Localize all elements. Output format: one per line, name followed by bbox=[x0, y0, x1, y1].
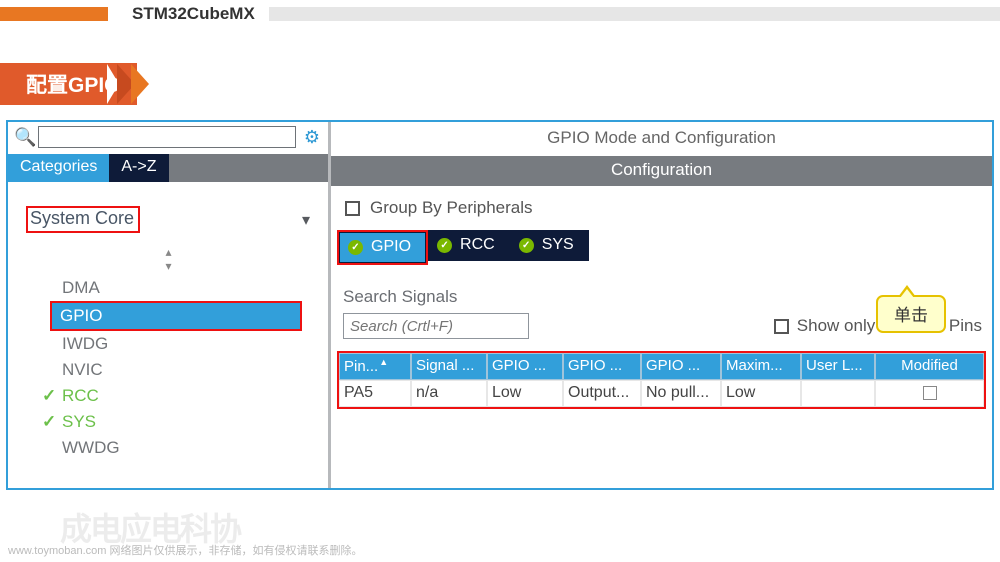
title-fill bbox=[269, 7, 1000, 21]
table-row[interactable]: PA5 n/a Low Output... No pull... Low bbox=[339, 380, 984, 407]
col-signal[interactable]: Signal ... bbox=[411, 353, 487, 380]
chevron-down-icon: ▾ bbox=[302, 210, 310, 230]
col-gpio1[interactable]: GPIO ... bbox=[487, 353, 563, 380]
chevron-icon bbox=[131, 64, 149, 104]
search-row: 🔍 ⚙ bbox=[8, 122, 328, 154]
accent-bar bbox=[0, 7, 108, 21]
highlight-gpio: GPIO bbox=[50, 301, 302, 331]
left-pane: 🔍 ⚙ Categories A->Z System Core ▾ ▴▾ DMA… bbox=[8, 122, 328, 488]
table-header: Pin...▲ Signal ... GPIO ... GPIO ... GPI… bbox=[339, 353, 984, 380]
check-icon bbox=[348, 240, 363, 255]
col-pin[interactable]: Pin...▲ bbox=[339, 353, 411, 380]
search-icon[interactable]: 🔍 bbox=[14, 127, 36, 148]
cell-gpio1: Low bbox=[487, 380, 563, 407]
tab-a-to-z[interactable]: A->Z bbox=[109, 154, 168, 182]
system-core-row[interactable]: System Core ▾ bbox=[24, 202, 312, 237]
tree-item-iwdg[interactable]: IWDG bbox=[54, 331, 312, 357]
cell-max: Low bbox=[721, 380, 801, 407]
tree-item-dma[interactable]: DMA bbox=[54, 275, 312, 301]
periph-tab-rcc[interactable]: RCC bbox=[428, 230, 510, 261]
cell-modified[interactable] bbox=[875, 380, 984, 407]
callout-bubble: 单击 bbox=[876, 295, 946, 333]
gpio-title: GPIO Mode and Configuration bbox=[331, 122, 992, 156]
cell-gpio3: No pull... bbox=[641, 380, 721, 407]
tree-item-wwdg[interactable]: WWDG bbox=[54, 435, 312, 461]
configuration-bar: Configuration bbox=[331, 156, 992, 186]
group-by-checkbox[interactable] bbox=[345, 201, 360, 216]
tab-fill bbox=[169, 154, 329, 182]
col-gpio2[interactable]: GPIO ... bbox=[563, 353, 641, 380]
category-search-input[interactable] bbox=[38, 126, 295, 148]
system-core-label: System Core bbox=[30, 208, 134, 228]
col-modified[interactable]: Modified bbox=[875, 353, 984, 380]
peripheral-tree-2: IWDG NVIC ✓RCC ✓SYS WWDG bbox=[24, 331, 312, 461]
tree-item-nvic[interactable]: NVIC bbox=[54, 357, 312, 383]
periph-tab-gpio[interactable]: GPIO bbox=[339, 232, 426, 263]
periph-tab-sys[interactable]: SYS bbox=[510, 230, 589, 261]
tab-categories[interactable]: Categories bbox=[8, 154, 109, 182]
left-tabs: Categories A->Z bbox=[8, 154, 328, 182]
signal-search-input[interactable] bbox=[343, 313, 529, 339]
check-icon bbox=[519, 238, 534, 253]
cell-pin: PA5 bbox=[339, 380, 411, 407]
col-gpio3[interactable]: GPIO ... bbox=[641, 353, 721, 380]
highlight-gpio-tab: GPIO bbox=[337, 230, 428, 265]
cell-gpio2: Output... bbox=[563, 380, 641, 407]
tree-item-gpio[interactable]: GPIO bbox=[52, 303, 300, 329]
cell-user bbox=[801, 380, 875, 407]
gear-icon[interactable]: ⚙ bbox=[304, 127, 320, 148]
group-by-label: Group By Peripherals bbox=[370, 198, 533, 218]
footer-note: www.toymoban.com 网络图片仅供展示，非存储，如有侵权请联系删除。 bbox=[8, 542, 362, 558]
col-user[interactable]: User L... bbox=[801, 353, 875, 380]
sort-icon: ▲ bbox=[379, 357, 388, 367]
pin-table: Pin...▲ Signal ... GPIO ... GPIO ... GPI… bbox=[337, 351, 986, 409]
sort-arrows[interactable]: ▴▾ bbox=[24, 245, 312, 273]
modified-checkbox bbox=[923, 386, 937, 400]
category-body: System Core ▾ ▴▾ DMA GPIO IWDG NVIC ✓RCC… bbox=[8, 182, 328, 471]
tree-item-sys[interactable]: ✓SYS bbox=[54, 409, 312, 435]
cell-signal: n/a bbox=[411, 380, 487, 407]
tree-item-rcc[interactable]: ✓RCC bbox=[54, 383, 312, 409]
title-bar: STM32CubeMX bbox=[0, 0, 1000, 28]
app-panel: 🔍 ⚙ Categories A->Z System Core ▾ ▴▾ DMA… bbox=[6, 120, 994, 490]
check-icon bbox=[437, 238, 452, 253]
peripheral-tree: DMA bbox=[24, 275, 312, 301]
group-by-row[interactable]: Group By Peripherals bbox=[331, 186, 992, 230]
app-title: STM32CubeMX bbox=[132, 4, 255, 24]
section-heading: 配置GPIO bbox=[0, 64, 1000, 104]
show-modified-checkbox[interactable] bbox=[774, 319, 789, 334]
col-max[interactable]: Maxim... bbox=[721, 353, 801, 380]
right-pane: GPIO Mode and Configuration Configuratio… bbox=[328, 122, 992, 488]
